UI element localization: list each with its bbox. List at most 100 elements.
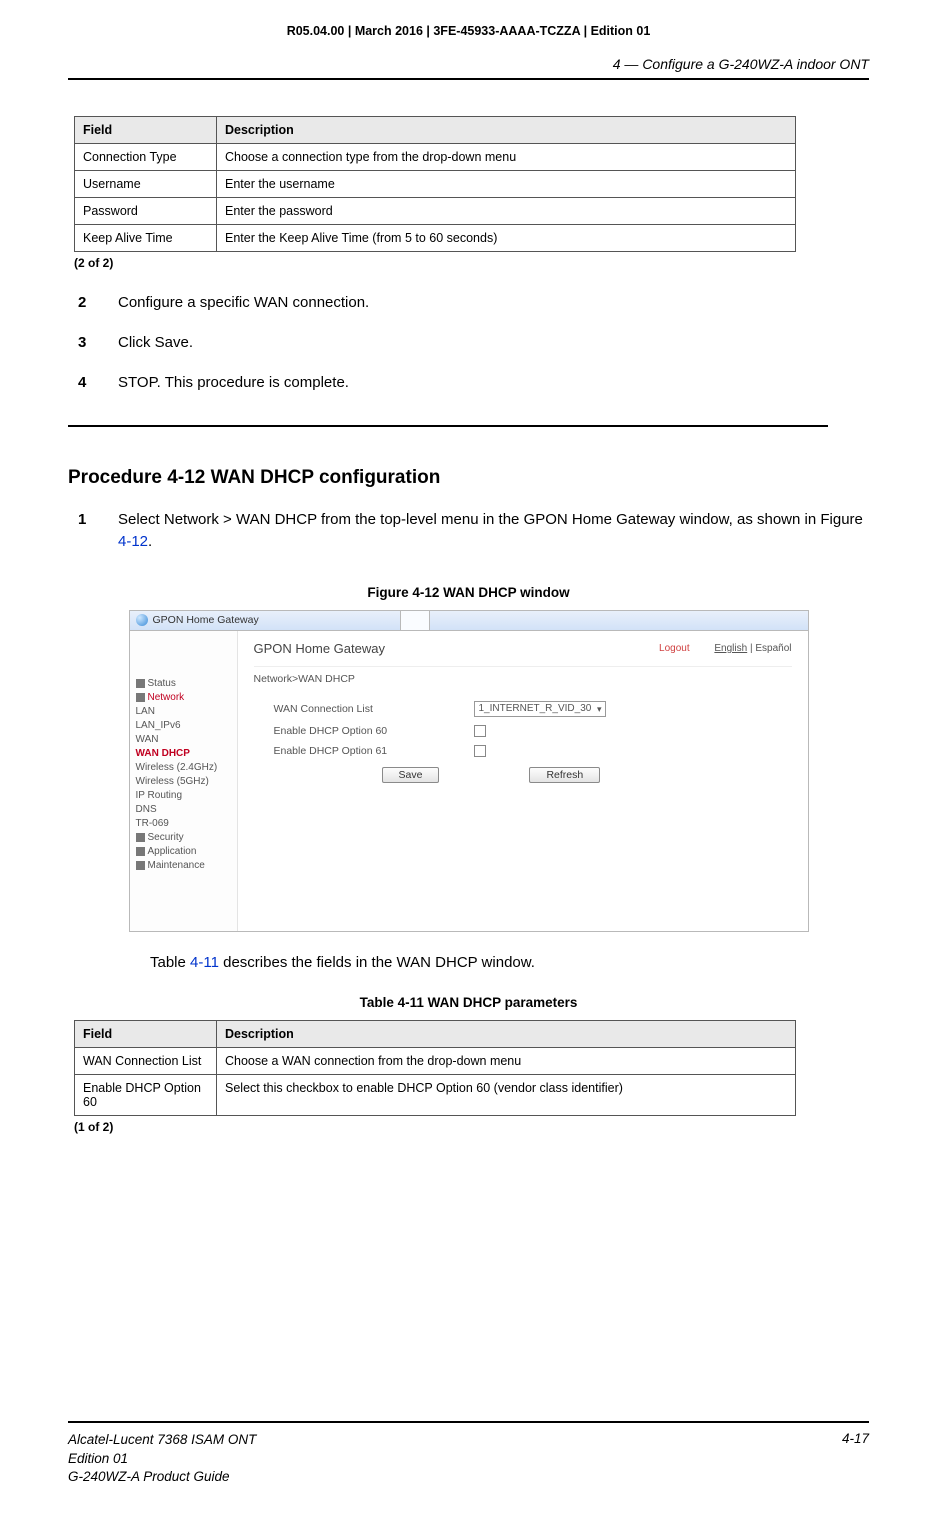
square-icon bbox=[136, 861, 145, 870]
step-number: 3 bbox=[78, 334, 118, 351]
step-number: 2 bbox=[78, 294, 118, 311]
procedure-rule bbox=[68, 425, 828, 427]
figure-ref-link[interactable]: 4-12 bbox=[118, 533, 148, 550]
cell-field: Keep Alive Time bbox=[75, 225, 217, 252]
running-header: 4 — Configure a G-240WZ-A indoor ONT bbox=[68, 56, 869, 72]
th-desc: Description bbox=[217, 1020, 796, 1047]
cell-field: WAN Connection List bbox=[75, 1047, 217, 1074]
step-item: 1 Select Network > WAN DHCP from the top… bbox=[78, 509, 869, 553]
procedure-heading: Procedure 4-12 WAN DHCP configuration bbox=[68, 467, 869, 489]
form-row-opt60: Enable DHCP Option 60 bbox=[254, 725, 792, 737]
after-figure-text: Table 4-11 describes the fields in the W… bbox=[150, 954, 869, 971]
table-row: Connection Type Choose a connection type… bbox=[75, 144, 796, 171]
sidebar-section-maintenance[interactable]: Maintenance bbox=[130, 859, 237, 873]
sidebar-item-dns[interactable]: DNS bbox=[130, 803, 237, 817]
step-text: Click Save. bbox=[118, 332, 869, 354]
sidebar-item-tr069[interactable]: TR-069 bbox=[130, 817, 237, 831]
refresh-button[interactable]: Refresh bbox=[529, 767, 600, 783]
sidebar-item-lan[interactable]: LAN bbox=[130, 705, 237, 719]
table-row: Password Enter the password bbox=[75, 198, 796, 225]
form-label: Enable DHCP Option 60 bbox=[254, 725, 474, 737]
sidebar-item-wan[interactable]: WAN bbox=[130, 733, 237, 747]
sidebar-label: Status bbox=[148, 678, 176, 689]
text-post: describes the fields in the WAN DHCP win… bbox=[219, 954, 535, 971]
figure-caption: Figure 4-12 WAN DHCP window bbox=[68, 585, 869, 600]
table-row: WAN Connection List Choose a WAN connect… bbox=[75, 1047, 796, 1074]
cell-desc: Choose a connection type from the drop-d… bbox=[217, 144, 796, 171]
step-text-pre: Select Network > WAN DHCP from the top-l… bbox=[118, 511, 863, 528]
figure-wan-dhcp-window: GPON Home Gateway Status Network LAN LAN… bbox=[129, 610, 809, 932]
form-row-wan-conn: WAN Connection List 1_INTERNET_R_VID_30 bbox=[254, 701, 792, 717]
save-button[interactable]: Save bbox=[382, 767, 440, 783]
header-rule bbox=[68, 78, 869, 80]
main-panel: GPON Home Gateway Logout English | Españ… bbox=[238, 631, 808, 931]
wan-connection-select[interactable]: 1_INTERNET_R_VID_30 bbox=[474, 701, 606, 717]
footer-line-2: Edition 01 bbox=[68, 1450, 256, 1468]
step-text: Select Network > WAN DHCP from the top-l… bbox=[118, 509, 869, 553]
cell-field: Password bbox=[75, 198, 217, 225]
sidebar-section-security[interactable]: Security bbox=[130, 831, 237, 845]
cell-field: Username bbox=[75, 171, 217, 198]
table-ref-link[interactable]: 4-11 bbox=[190, 954, 219, 971]
th-desc: Description bbox=[217, 117, 796, 144]
sidebar-section-application[interactable]: Application bbox=[130, 845, 237, 859]
sidebar-item-lan-ipv6[interactable]: LAN_IPv6 bbox=[130, 719, 237, 733]
cell-desc: Enter the username bbox=[217, 171, 796, 198]
sidebar: Status Network LAN LAN_IPv6 WAN WAN DHCP… bbox=[130, 631, 238, 931]
page-number: 4-17 bbox=[842, 1431, 869, 1486]
square-icon bbox=[136, 679, 145, 688]
table-row: Username Enter the username bbox=[75, 171, 796, 198]
form-row-opt61: Enable DHCP Option 61 bbox=[254, 745, 792, 757]
dhcp-option-60-checkbox[interactable] bbox=[474, 725, 486, 737]
steps-list-a: 2 Configure a specific WAN connection. 3… bbox=[78, 292, 869, 393]
cell-desc: Enter the Keep Alive Time (from 5 to 60 … bbox=[217, 225, 796, 252]
th-field: Field bbox=[75, 117, 217, 144]
cell-field: Enable DHCP Option 60 bbox=[75, 1074, 217, 1115]
sidebar-item-wireless-24[interactable]: Wireless (2.4GHz) bbox=[130, 761, 237, 775]
table-row: Enable DHCP Option 60 Select this checkb… bbox=[75, 1074, 796, 1115]
lang-english-link[interactable]: English bbox=[714, 643, 747, 654]
form-label: WAN Connection List bbox=[254, 703, 474, 715]
sidebar-label: Security bbox=[148, 832, 184, 843]
table-b-note: (1 of 2) bbox=[74, 1120, 869, 1134]
cell-field: Connection Type bbox=[75, 144, 217, 171]
banner: GPON Home Gateway Logout English | Españ… bbox=[254, 641, 792, 667]
step-text-post: . bbox=[148, 533, 152, 550]
step-text: STOP. This procedure is complete. bbox=[118, 372, 869, 394]
browser-tab-title: GPON Home Gateway bbox=[153, 614, 259, 626]
square-icon bbox=[136, 847, 145, 856]
square-icon bbox=[136, 693, 145, 702]
sidebar-section-network[interactable]: Network bbox=[130, 691, 237, 705]
steps-list-b: 1 Select Network > WAN DHCP from the top… bbox=[78, 509, 869, 553]
sidebar-section-status[interactable]: Status bbox=[130, 677, 237, 691]
th-field: Field bbox=[75, 1020, 217, 1047]
dhcp-option-61-checkbox[interactable] bbox=[474, 745, 486, 757]
table-row: Keep Alive Time Enter the Keep Alive Tim… bbox=[75, 225, 796, 252]
step-item: 3 Click Save. bbox=[78, 332, 869, 354]
sidebar-label: Network bbox=[148, 692, 185, 703]
step-number: 4 bbox=[78, 374, 118, 391]
breadcrumb: Network>WAN DHCP bbox=[254, 673, 792, 685]
table-a-note: (2 of 2) bbox=[74, 256, 869, 270]
button-row: Save Refresh bbox=[382, 767, 792, 783]
sidebar-label: Maintenance bbox=[148, 860, 205, 871]
footer-line-1: Alcatel-Lucent 7368 ISAM ONT bbox=[68, 1431, 256, 1449]
step-number: 1 bbox=[78, 511, 118, 528]
form-label: Enable DHCP Option 61 bbox=[254, 745, 474, 757]
param-table-b: Field Description WAN Connection List Ch… bbox=[74, 1020, 796, 1116]
sidebar-item-ip-routing[interactable]: IP Routing bbox=[130, 789, 237, 803]
cell-desc: Select this checkbox to enable DHCP Opti… bbox=[217, 1074, 796, 1115]
footer-rule bbox=[68, 1421, 869, 1423]
banner-title: GPON Home Gateway bbox=[254, 641, 386, 656]
browser-tab-edge bbox=[400, 611, 430, 630]
step-item: 4 STOP. This procedure is complete. bbox=[78, 372, 869, 394]
sidebar-item-wireless-5[interactable]: Wireless (5GHz) bbox=[130, 775, 237, 789]
sidebar-item-wan-dhcp[interactable]: WAN DHCP bbox=[130, 747, 237, 761]
logout-link[interactable]: Logout bbox=[659, 643, 690, 654]
page-footer: Alcatel-Lucent 7368 ISAM ONT Edition 01 … bbox=[68, 1421, 869, 1486]
cell-desc: Enter the password bbox=[217, 198, 796, 225]
cell-desc: Choose a WAN connection from the drop-do… bbox=[217, 1047, 796, 1074]
step-text: Configure a specific WAN connection. bbox=[118, 292, 869, 314]
doc-meta-line: R05.04.00 | March 2016 | 3FE-45933-AAAA-… bbox=[68, 24, 869, 38]
lang-espanol-link[interactable]: Español bbox=[755, 643, 791, 654]
